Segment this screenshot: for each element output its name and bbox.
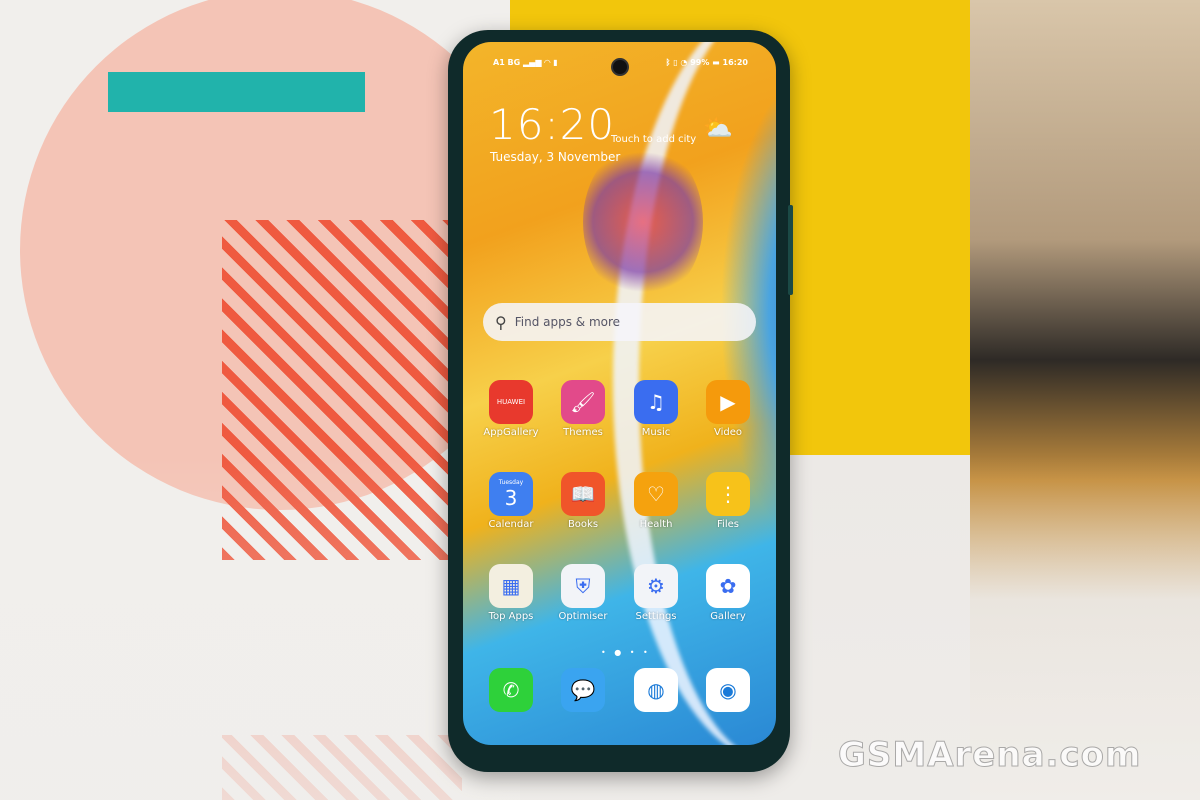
app-label: Top Apps	[488, 611, 534, 622]
music-icon: ♫	[634, 380, 678, 424]
app-label: Settings	[635, 611, 677, 622]
carrier: A1 BG	[493, 58, 521, 67]
battery-percent: 99%	[690, 58, 710, 67]
messages-icon: 💬	[561, 668, 605, 712]
app-label: Books	[567, 519, 599, 530]
app-gallery[interactable]: ✿ Gallery	[693, 564, 763, 622]
dock-camera[interactable]: ◉	[693, 668, 763, 712]
files-icon: ⋮	[706, 472, 750, 516]
app-label: Music	[641, 427, 671, 438]
health-icon: ♡	[634, 472, 678, 516]
app-music[interactable]: ♫ Music	[621, 380, 691, 438]
app-calendar[interactable]: Tuesday 3 Calendar	[476, 472, 546, 530]
app-label: Video	[713, 427, 743, 438]
dock-messages[interactable]: 💬	[548, 668, 618, 712]
clock-widget[interactable]: 16:20	[489, 100, 615, 149]
calendar-icon: Tuesday 3	[489, 472, 533, 516]
video-icon: ▶	[706, 380, 750, 424]
signal-icon: ▂▄▆ ◠ ▮	[523, 58, 558, 67]
search-input[interactable]: ⚲ Find apps & more	[483, 303, 756, 341]
camera-icon: ◉	[706, 668, 750, 712]
bluetooth-icon: ᛒ ▯ ◔	[665, 58, 688, 67]
search-placeholder: Find apps & more	[514, 315, 621, 329]
top-apps-icon: ▦	[489, 564, 533, 608]
app-video[interactable]: ▶ Video	[693, 380, 763, 438]
app-settings[interactable]: ⚙ Settings	[621, 564, 691, 622]
add-city-link[interactable]: Touch to add city	[611, 134, 696, 145]
app-label: Calendar	[488, 519, 534, 530]
partly-sunny-icon[interactable]: ⛅	[703, 114, 733, 142]
app-label: AppGallery	[483, 427, 539, 438]
app-books[interactable]: 📖 Books	[548, 472, 618, 530]
app-label: Files	[717, 519, 739, 530]
watermark: GSMArena.com	[837, 735, 1142, 776]
search-icon: ⚲	[495, 312, 507, 332]
home-screen: A1 BG ▂▄▆ ◠ ▮ ᛒ ▯ ◔ 99% ▬ 16:20 16:20 To…	[463, 42, 776, 745]
books-icon: 📖	[561, 472, 605, 516]
app-health[interactable]: ♡ Health	[621, 472, 691, 530]
battery-icon: ▬	[712, 58, 720, 67]
browser-icon: ◍	[634, 668, 678, 712]
dock-phone[interactable]: ✆	[476, 668, 546, 712]
side-button	[788, 205, 793, 295]
app-label: Themes	[563, 427, 603, 438]
app-top-apps[interactable]: ▦ Top Apps	[476, 564, 546, 622]
gallery-icon: ✿	[706, 564, 750, 608]
phone: A1 BG ▂▄▆ ◠ ▮ ᛒ ▯ ◔ 99% ▬ 16:20 16:20 To…	[448, 30, 790, 772]
phone-icon: ✆	[489, 668, 533, 712]
optimiser-icon: ⛨	[561, 564, 605, 608]
status-time: 16:20	[722, 58, 748, 67]
app-label: Optimiser	[558, 611, 608, 622]
app-appgallery[interactable]: HUAWEI AppGallery	[476, 380, 546, 438]
app-label: Health	[639, 519, 673, 530]
wallpaper-accent	[583, 142, 703, 302]
app-label: Gallery	[710, 611, 746, 622]
themes-icon: 🖌	[561, 380, 605, 424]
settings-icon: ⚙	[634, 564, 678, 608]
page-indicator[interactable]: • ● • •	[601, 648, 651, 657]
dock-browser[interactable]: ◍	[621, 668, 691, 712]
date-label: Tuesday, 3 November	[490, 150, 621, 164]
app-files[interactable]: ⋮ Files	[693, 472, 763, 530]
app-optimiser[interactable]: ⛨ Optimiser	[548, 564, 618, 622]
app-themes[interactable]: 🖌 Themes	[548, 380, 618, 438]
appgallery-icon: HUAWEI	[489, 380, 533, 424]
background-bar	[108, 72, 365, 112]
front-camera	[611, 58, 629, 76]
